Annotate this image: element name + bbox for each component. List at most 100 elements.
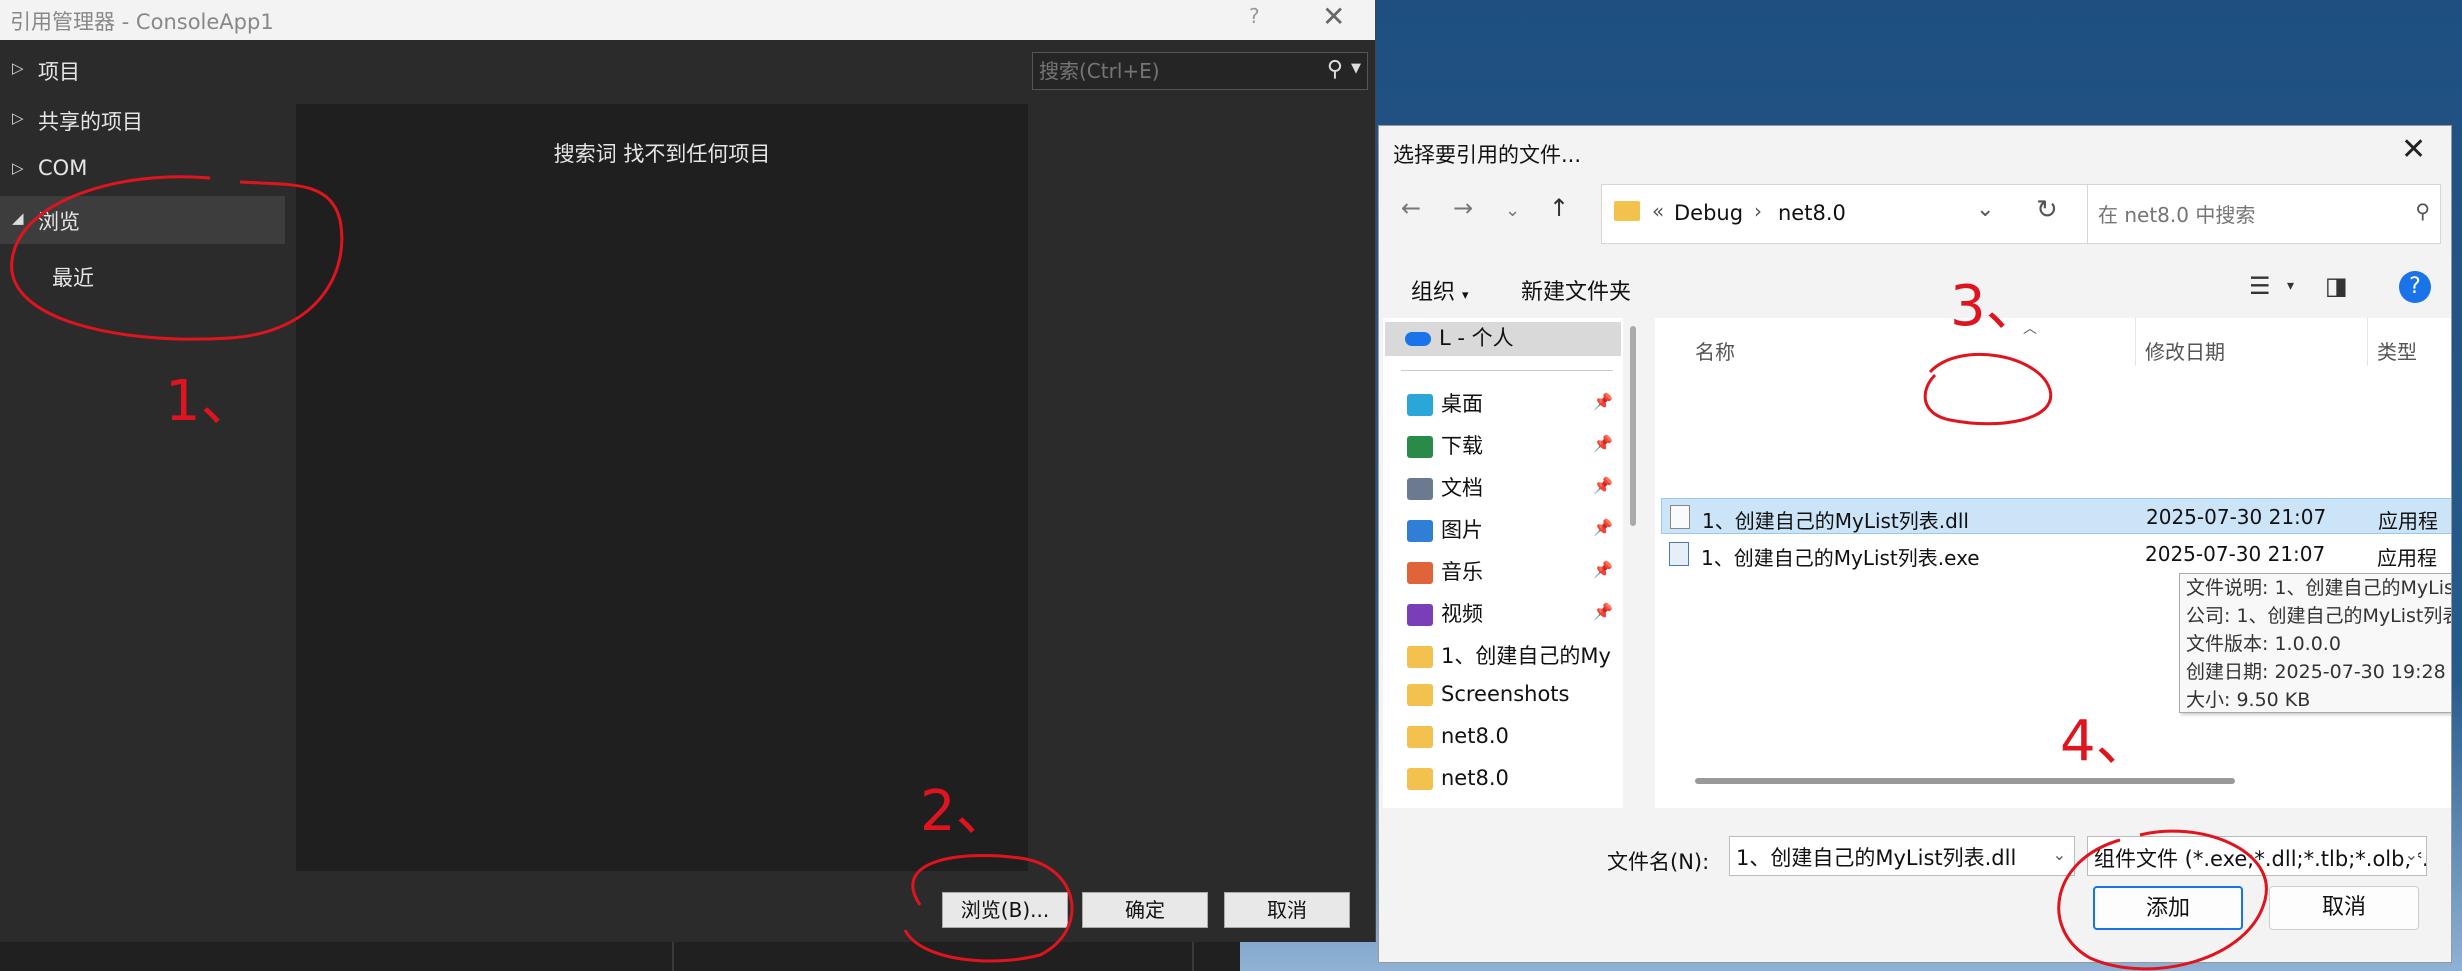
expand-arrow-icon[interactable]: ▷ (12, 109, 24, 127)
tree-node-projects[interactable]: ▷ 项目 (0, 46, 285, 94)
filter-label: 组件文件 (*.exe;*.dll;*.tlb;*.olb;*.ocx) (2094, 847, 2427, 871)
search-box[interactable]: ⚲ ▼ (1032, 52, 1368, 90)
file-type: 应用程 (2378, 509, 2438, 533)
dll-file-icon (1670, 505, 1690, 529)
search-icon[interactable]: ⚲ (2415, 199, 2430, 223)
nav-label: 音乐 (1441, 560, 1483, 584)
nav-item[interactable]: 桌面 📌 (1407, 388, 1619, 422)
cloud-icon (1405, 332, 1431, 346)
refresh-icon[interactable]: ↻ (2036, 195, 2058, 225)
ok-button[interactable]: 确定 (1082, 892, 1208, 928)
nav-label: 图片 (1441, 518, 1483, 542)
address-bar[interactable]: « Debug › net8.0 ⌄ ↻ (1601, 184, 2091, 244)
file-type-filter[interactable]: 组件文件 (*.exe;*.dll;*.tlb;*.olb;*.ocx) ⌄ (2087, 836, 2427, 876)
tree-node-browse[interactable]: ◢ 浏览 (0, 196, 285, 244)
up-arrow-icon[interactable]: ↑ (1549, 194, 1569, 222)
nav-divider (1401, 370, 1613, 371)
nav-label: 文档 (1441, 476, 1483, 500)
empty-message: 搜索词 找不到任何项目 (553, 142, 771, 166)
sort-up-icon: ︿ (2023, 321, 2037, 337)
column-divider[interactable] (2367, 318, 2368, 366)
folder-icon (1407, 646, 1433, 668)
expand-arrow-icon[interactable]: ▷ (12, 59, 24, 77)
cancel-button[interactable]: 取消 (2269, 886, 2419, 930)
search-input[interactable] (1037, 56, 1301, 86)
file-info-tooltip: 文件说明: 1、创建自己的MyList列表 公司: 1、创建自己的MyList列… (2179, 573, 2451, 713)
chevron-down-icon[interactable]: ▾ (2287, 278, 2294, 294)
download-icon (1407, 436, 1433, 458)
back-arrow-icon[interactable]: ← (1401, 194, 1421, 222)
forward-arrow-icon[interactable]: → (1453, 194, 1473, 222)
file-name: 1、创建自己的MyList列表.exe (1701, 546, 1980, 570)
add-button[interactable]: 添加 (2093, 886, 2243, 930)
nav-item[interactable]: 视频 📌 (1407, 598, 1619, 632)
search-icon[interactable]: ⚲ (1327, 57, 1343, 82)
pin-icon[interactable]: 📌 (1593, 602, 1613, 621)
file-row[interactable]: 1、创建自己的MyList列表.dll 2025-07-30 21:07 应用程 (1661, 498, 2451, 534)
tree-node-shared-projects[interactable]: ▷ 共享的项目 (0, 96, 285, 144)
filename-combobox[interactable]: ⌄ (1729, 836, 2075, 876)
collapse-arrow-icon[interactable]: ◢ (12, 209, 24, 227)
chevron-right-icon[interactable]: › (1754, 199, 1762, 223)
file-row[interactable]: 1、创建自己的MyList列表.exe 2025-07-30 21:07 应用程 (1661, 536, 2451, 572)
nav-item[interactable]: 音乐 📌 (1407, 556, 1619, 590)
help-button[interactable]: ? (1249, 4, 1260, 28)
nav-scrollbar[interactable] (1630, 326, 1636, 526)
nav-item[interactable]: Screenshots (1407, 682, 1619, 716)
tree-node-recent[interactable]: 最近 (52, 262, 94, 292)
pin-icon[interactable]: 📌 (1593, 476, 1613, 495)
close-button[interactable]: ✕ (1322, 0, 1345, 33)
browse-button[interactable]: 浏览(B)... (942, 892, 1068, 928)
nav-onedrive[interactable]: L - 个人 (1385, 322, 1621, 356)
column-header-type[interactable]: 类型 (2377, 336, 2417, 365)
filename-input[interactable] (1734, 842, 2038, 872)
search-box[interactable]: ⚲ (2087, 184, 2441, 244)
tree-node-com[interactable]: ▷ COM (0, 146, 285, 194)
dialog-title: 选择要引用的文件... (1393, 143, 1582, 167)
column-header-name[interactable]: 名称 (1695, 336, 1735, 365)
tooltip-line: 文件版本: 1.0.0.0 (2186, 633, 2341, 655)
cancel-button[interactable]: 取消 (1224, 892, 1350, 928)
horizontal-scrollbar[interactable] (1695, 778, 2235, 784)
breadcrumb-debug[interactable]: Debug (1674, 201, 1743, 225)
column-header-date[interactable]: 修改日期 (2145, 336, 2225, 365)
search-input[interactable] (2096, 199, 2400, 231)
nav-item[interactable]: net8.0 (1407, 724, 1619, 758)
recent-locations-chevron-icon[interactable]: ⌄ (1505, 200, 1520, 221)
chevron-down-icon[interactable]: ⌄ (2053, 845, 2066, 864)
picture-icon (1407, 520, 1433, 542)
nav-item[interactable]: 图片 📌 (1407, 514, 1619, 548)
help-icon[interactable]: ? (2399, 271, 2431, 303)
file-date: 2025-07-30 21:07 (2146, 505, 2327, 529)
breadcrumb-net8[interactable]: net8.0 (1778, 201, 1846, 225)
nav-item[interactable]: net8.0 (1407, 766, 1619, 800)
chevron-down-icon[interactable]: ▼ (1351, 61, 1361, 76)
chevron-down-icon: ▾ (1462, 288, 1469, 303)
nav-item[interactable]: 文档 📌 (1407, 472, 1619, 506)
preview-pane-icon[interactable]: ◨ (2325, 272, 2348, 300)
breadcrumb-overflow[interactable]: « (1652, 199, 1664, 223)
nav-label: 桌面 (1441, 392, 1483, 416)
view-list-icon[interactable]: ☰ (2249, 272, 2271, 300)
nav-item[interactable]: 下载 📌 (1407, 430, 1619, 464)
nav-item[interactable]: 1、创建自己的My (1407, 640, 1619, 674)
tree-node-label: 浏览 (38, 210, 80, 234)
pin-icon[interactable]: 📌 (1593, 434, 1613, 453)
organize-label: 组织 (1411, 280, 1456, 305)
column-divider[interactable] (2135, 318, 2136, 366)
nav-label: 下载 (1441, 434, 1483, 458)
chevron-down-icon[interactable]: ⌄ (2404, 845, 2418, 864)
expand-arrow-icon[interactable]: ▷ (12, 159, 24, 177)
close-button[interactable]: ✕ (2401, 132, 2426, 167)
nav-label: net8.0 (1441, 724, 1509, 748)
organize-menu[interactable]: 组织 ▾ (1411, 274, 1469, 306)
pin-icon[interactable]: 📌 (1593, 392, 1613, 411)
pin-icon[interactable]: 📌 (1593, 518, 1613, 537)
chevron-down-icon[interactable]: ⌄ (1976, 197, 1994, 222)
file-picker-dialog: 选择要引用的文件... ✕ ← → ⌄ ↑ « Debug › net8.0 ⌄… (1378, 125, 2452, 963)
new-folder-button[interactable]: 新建文件夹 (1521, 274, 1631, 306)
video-icon (1407, 604, 1433, 626)
title-bar: 引用管理器 - ConsoleApp1 ? ✕ (0, 0, 1375, 40)
reference-manager-dialog: 引用管理器 - ConsoleApp1 ? ✕ ▷ 项目 ▷ 共享的项目 ▷ C… (0, 0, 1376, 942)
pin-icon[interactable]: 📌 (1593, 560, 1613, 579)
